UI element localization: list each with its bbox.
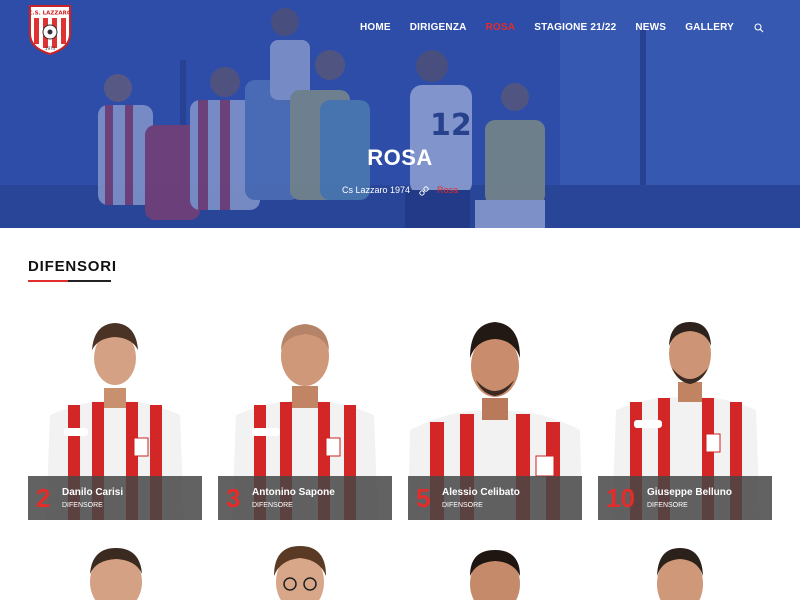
player-number: 2 <box>36 483 51 513</box>
link-icon <box>418 185 429 196</box>
section-underline-accent <box>28 280 68 282</box>
player-card[interactable]: 2 Danilo Carisi DIFENSORE <box>28 310 202 520</box>
player-card-partial[interactable] <box>218 540 392 600</box>
logo-year: 1974 <box>45 46 56 51</box>
search-icon[interactable] <box>754 22 764 33</box>
breadcrumb-home[interactable]: Cs Lazzaro 1974 <box>342 185 410 195</box>
player-name[interactable]: Giuseppe Belluno <box>647 487 732 498</box>
breadcrumb-current: Rosa <box>437 185 459 195</box>
nav-gallery[interactable]: GALLERY <box>685 22 734 33</box>
hero-banner: 12 C.S. LAZZARO 1974 HOME DIRIGENZA ROSA… <box>0 0 800 228</box>
page-title: ROSA <box>367 145 433 170</box>
nav-news[interactable]: NEWS <box>635 22 666 33</box>
player-info-bar: 5 Alessio Celibato DIFENSORE <box>408 476 582 520</box>
player-photo <box>274 546 326 600</box>
player-role: DIFENSORE <box>647 502 688 509</box>
breadcrumb: Cs Lazzaro 1974 Rosa <box>0 185 800 196</box>
player-role: DIFENSORE <box>442 502 483 509</box>
player-card[interactable]: 10 Giuseppe Belluno DIFENSORE <box>598 310 772 520</box>
player-role: DIFENSORE <box>252 502 293 509</box>
section-underline <box>28 280 111 282</box>
player-name[interactable]: Alessio Celibato <box>442 487 520 498</box>
player-card[interactable]: 5 Alessio Celibato DIFENSORE <box>408 310 582 520</box>
player-name[interactable]: Antonino Sapone <box>252 487 335 498</box>
player-photo <box>657 548 703 600</box>
player-card-partial[interactable] <box>408 540 582 600</box>
player-number: 10 <box>606 483 635 513</box>
nav-rosa[interactable]: ROSA <box>486 22 516 33</box>
player-role: DIFENSORE <box>62 502 103 509</box>
player-number: 3 <box>226 483 241 513</box>
main-nav: HOME DIRIGENZA ROSA STAGIONE 21/22 NEWS … <box>341 22 764 33</box>
player-card-partial[interactable] <box>598 540 772 600</box>
player-photo <box>90 548 142 600</box>
player-card[interactable]: 3 Antonino Sapone DIFENSORE <box>218 310 392 520</box>
section-title: DIFENSORI <box>28 258 117 275</box>
club-logo[interactable]: C.S. LAZZARO 1974 <box>28 4 72 56</box>
nav-dirigenza[interactable]: DIRIGENZA <box>410 22 467 33</box>
player-name[interactable]: Danilo Carisi <box>62 487 123 498</box>
player-info-bar: 10 Giuseppe Belluno DIFENSORE <box>598 476 772 520</box>
player-info-bar: 2 Danilo Carisi DIFENSORE <box>28 476 202 520</box>
nav-home[interactable]: HOME <box>360 22 391 33</box>
player-photo <box>470 550 520 600</box>
player-card-partial[interactable] <box>28 540 202 600</box>
player-info-bar: 3 Antonino Sapone DIFENSORE <box>218 476 392 520</box>
player-number: 5 <box>416 483 431 513</box>
nav-stagione[interactable]: STAGIONE 21/22 <box>534 22 616 33</box>
logo-text: C.S. LAZZARO <box>29 11 72 17</box>
